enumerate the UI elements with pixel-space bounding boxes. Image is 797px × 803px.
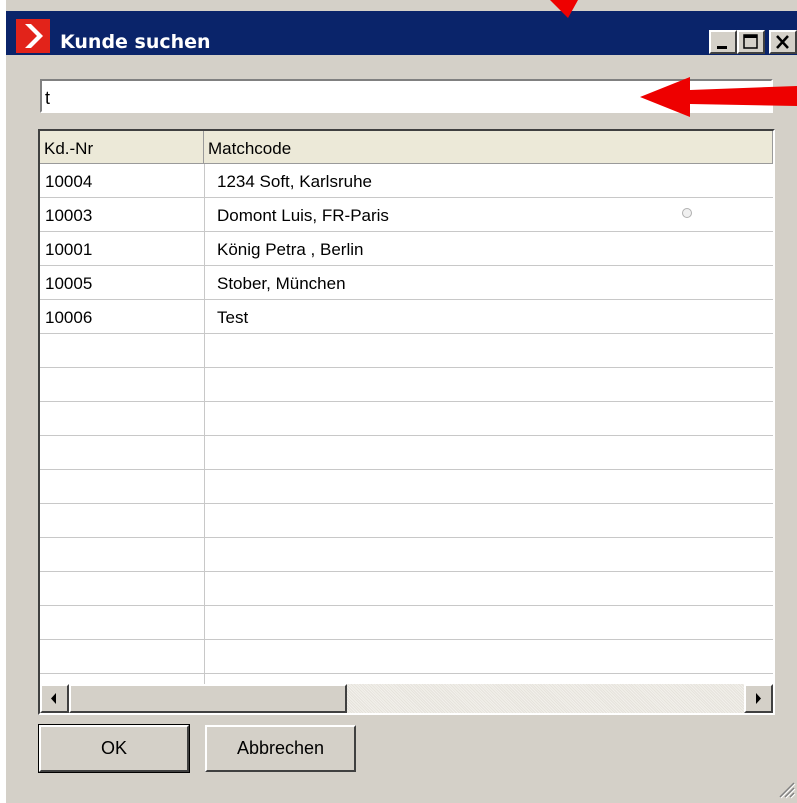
empty-row (40, 572, 773, 606)
cell-matchcode: 1234 Soft, Karlsruhe (217, 172, 372, 191)
close-icon (776, 35, 789, 49)
resize-grip-icon[interactable] (772, 775, 796, 799)
empty-row (40, 640, 773, 674)
cell-kd-nr: 10004 (45, 172, 93, 191)
table-row[interactable]: 10004 1234 Soft, Karlsruhe (40, 164, 773, 198)
scrollbar-thumb[interactable] (69, 684, 347, 713)
maximize-button[interactable] (737, 30, 765, 54)
scroll-left-button[interactable] (40, 684, 69, 713)
annotation-arrow-top-icon (550, 0, 578, 18)
column-header-matchcode[interactable]: Matchcode (204, 131, 773, 164)
table-row[interactable]: 10001 König Petra , Berlin (40, 232, 773, 266)
cancel-button[interactable]: Abbrechen (205, 725, 356, 772)
empty-row (40, 334, 773, 368)
customer-table: Kd.-Nr Matchcode 10004 1234 Soft, Karlsr… (38, 129, 775, 715)
table-row[interactable]: 10005 Stober, München (40, 266, 773, 300)
column-header-kd-nr[interactable]: Kd.-Nr (40, 131, 204, 164)
maximize-icon (743, 34, 758, 49)
cell-kd-nr: 10005 (45, 274, 93, 293)
table-row[interactable]: 10003 Domont Luis, FR-Paris (40, 198, 773, 232)
empty-row (40, 436, 773, 470)
title-bar: Kunde suchen (6, 11, 797, 55)
arrow-right-icon (756, 693, 761, 704)
empty-row (40, 402, 773, 436)
scroll-right-button[interactable] (744, 684, 773, 713)
close-button[interactable] (769, 30, 797, 54)
cell-matchcode: Test (217, 308, 249, 327)
row-marker-icon (682, 208, 692, 218)
empty-row (40, 368, 773, 402)
ok-button[interactable]: OK (38, 724, 190, 773)
minimize-button[interactable] (709, 30, 737, 54)
app-logo-icon (16, 19, 50, 53)
empty-row (40, 470, 773, 504)
cell-matchcode: König Petra , Berlin (217, 240, 364, 259)
empty-row (40, 606, 773, 640)
window-title: Kunde suchen (60, 31, 211, 53)
table-row[interactable]: 10006 Test (40, 300, 773, 334)
empty-row (40, 538, 773, 572)
cell-kd-nr: 10006 (45, 308, 93, 327)
annotation-arrow-left-icon (640, 77, 797, 117)
empty-row (40, 504, 773, 538)
cell-kd-nr: 10001 (45, 240, 93, 259)
cell-matchcode: Stober, München (217, 274, 346, 293)
cell-kd-nr: 10003 (45, 206, 93, 225)
arrow-left-icon (51, 693, 56, 704)
horizontal-scrollbar[interactable] (40, 684, 773, 713)
cell-matchcode: Domont Luis, FR-Paris (217, 206, 389, 225)
minimize-icon (717, 46, 727, 49)
